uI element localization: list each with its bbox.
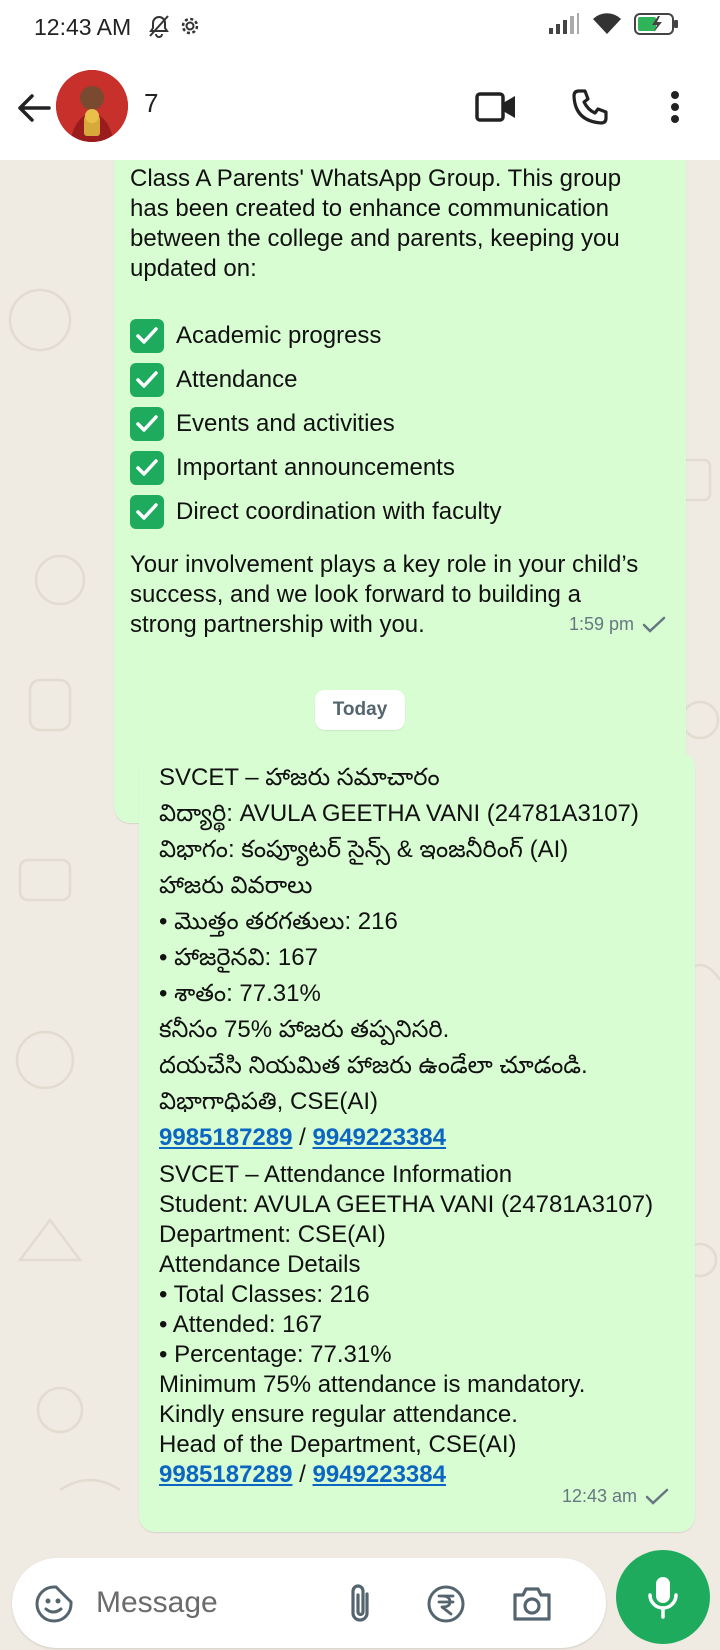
checklist-label: Important announcements — [176, 454, 455, 481]
message-intro: Class A Parents' WhatsApp Group. This gr… — [130, 164, 621, 284]
camera-icon — [513, 1587, 551, 1621]
mute-icon — [148, 14, 170, 43]
checklist-label: Attendance — [176, 366, 298, 393]
check-mark-icon — [130, 495, 164, 529]
chat-area[interactable]: Class A Parents' WhatsApp Group. This gr… — [0, 160, 720, 1550]
message-line: Head of the Department, CSE(AI) — [159, 1431, 517, 1458]
status-time: 12:43 AM — [34, 14, 132, 40]
contact-name[interactable]: 7 — [144, 88, 158, 119]
message-english: SVCET – Attendance Information Student: … — [159, 1160, 653, 1490]
message-input-bar: Message — [0, 1550, 720, 1650]
wifi-icon — [592, 12, 622, 41]
message-line: success, and we look forward to building… — [130, 581, 581, 608]
message-line: • హాజరైనవి: 167 — [159, 944, 318, 971]
check-mark-icon — [130, 363, 164, 397]
message-meta: 1:59 pm — [569, 614, 666, 635]
message-line: విద్యార్థి: AVULA GEETHA VANI (24781A310… — [159, 800, 639, 827]
check-mark-icon — [130, 451, 164, 485]
separator: / — [292, 1124, 313, 1151]
camera-button[interactable] — [510, 1582, 554, 1626]
checklist-label: Direct coordination with faculty — [176, 498, 502, 525]
message-line: updated on: — [130, 255, 257, 282]
message-line: కనీసం 75% హాజరు తప్పనిసరి. — [159, 1016, 450, 1043]
message-bubble-outgoing[interactable]: SVCET – హాజరు సమాచారం విద్యార్థి: AVULA … — [139, 752, 695, 1532]
separator: / — [292, 1461, 313, 1488]
checklist-label: Academic progress — [176, 322, 382, 349]
phone-link[interactable]: 9985187289 — [159, 1461, 292, 1488]
video-call-icon — [475, 92, 515, 122]
message-line: విభాగం: కంప్యూటర్ సైన్స్ & ఇంజనీరింగ్ (A… — [159, 836, 569, 863]
message-time: 12:43 am — [561, 1486, 637, 1506]
checklist: Academic progress Attendance Events and … — [130, 314, 501, 534]
status-bar: 12:43 AM — [0, 0, 720, 56]
gear-icon — [178, 14, 202, 43]
checklist-item: Attendance — [130, 358, 501, 402]
video-call-button[interactable] — [472, 82, 520, 132]
checklist-label: Events and activities — [176, 410, 395, 437]
phone-link[interactable]: 9949223384 — [313, 1461, 446, 1488]
rupee-payment-icon — [427, 1585, 465, 1623]
status-right-icons — [548, 12, 680, 41]
message-input[interactable]: Message — [96, 1586, 218, 1620]
message-line: SVCET – Attendance Information — [159, 1161, 513, 1188]
single-tick-icon — [645, 1488, 669, 1505]
message-line: Class A Parents' WhatsApp Group. This gr… — [130, 165, 622, 192]
phone-call-icon — [572, 89, 608, 125]
status-left-icons — [148, 14, 202, 43]
check-mark-icon — [130, 319, 164, 353]
sticker-icon — [35, 1585, 73, 1623]
phone-links: 9985187289 / 9949223384 — [159, 1120, 639, 1156]
phone-call-button[interactable] — [566, 82, 614, 132]
message-line: Minimum 75% attendance is mandatory. — [159, 1371, 586, 1398]
attach-icon — [351, 1584, 369, 1622]
back-button[interactable] — [14, 86, 54, 130]
more-vert-icon — [671, 91, 679, 123]
message-closing: Your involvement plays a key role in you… — [130, 550, 638, 640]
message-line: హాజరు వివరాలు — [159, 872, 313, 899]
message-line: Attendance Details — [159, 1251, 361, 1278]
avatar[interactable] — [56, 70, 128, 142]
mic-icon — [648, 1577, 678, 1619]
checklist-item: Events and activities — [130, 402, 501, 446]
checklist-item: Important announcements — [130, 446, 501, 490]
message-line: strong partnership with you. — [130, 611, 425, 638]
message-input-container[interactable]: Message — [12, 1558, 606, 1648]
message-telugu: SVCET – హాజరు సమాచారం విద్యార్థి: AVULA … — [159, 760, 639, 1156]
message-line: • Attended: 167 — [159, 1311, 323, 1338]
message-line: • Percentage: 77.31% — [159, 1341, 392, 1368]
signal-icon — [548, 13, 580, 40]
checklist-item: Academic progress — [130, 314, 501, 358]
date-chip: Today — [315, 690, 405, 730]
battery-charging-icon — [634, 12, 680, 41]
chat-header: 7 — [0, 56, 720, 160]
payment-button[interactable] — [424, 1582, 468, 1626]
more-options-button[interactable] — [660, 82, 690, 132]
attach-button[interactable] — [338, 1582, 382, 1626]
voice-record-button[interactable] — [616, 1550, 710, 1644]
message-line: • మొత్తం తరగతులు: 216 — [159, 908, 398, 935]
message-line: దయచేసి నియమిత హాజరు ఉండేలా చూడండి. — [159, 1052, 588, 1079]
message-line: has been created to enhance communicatio… — [130, 195, 609, 222]
message-line: Department: CSE(AI) — [159, 1221, 386, 1248]
phone-link[interactable]: 9949223384 — [313, 1124, 446, 1151]
message-meta: 12:43 am — [562, 1486, 669, 1507]
message-line: • శాతం: 77.31% — [159, 980, 321, 1007]
message-line: విభాగాధిపతి, CSE(AI) — [159, 1088, 379, 1115]
message-time: 1:59 pm — [568, 614, 634, 634]
message-line: Kindly ensure regular attendance. — [159, 1401, 518, 1428]
message-line: Your involvement plays a key role in you… — [130, 551, 639, 578]
phone-link[interactable]: 9985187289 — [159, 1124, 292, 1151]
checklist-item: Direct coordination with faculty — [130, 490, 501, 534]
message-line: Student: AVULA GEETHA VANI (24781A3107) — [159, 1191, 654, 1218]
sticker-button[interactable] — [32, 1582, 76, 1626]
message-line: SVCET – హాజరు సమాచారం — [159, 764, 440, 791]
message-line: • Total Classes: 216 — [159, 1281, 370, 1308]
check-mark-icon — [130, 407, 164, 441]
message-line: between the college and parents, keeping… — [130, 225, 620, 252]
single-tick-icon — [642, 616, 666, 633]
back-arrow-icon — [18, 94, 51, 122]
